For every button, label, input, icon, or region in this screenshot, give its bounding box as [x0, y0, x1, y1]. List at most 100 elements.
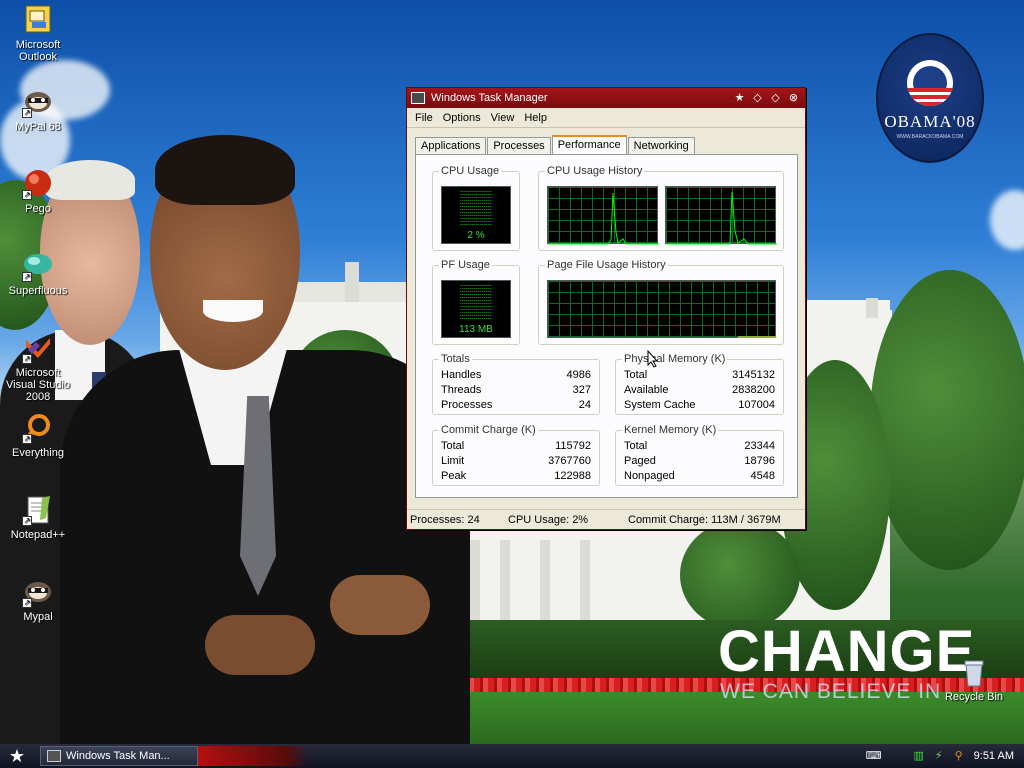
desktop-icon-label: Superfluous: [8, 285, 68, 297]
stat-label: Available: [624, 384, 669, 396]
cpu-history-graph-2: [665, 186, 777, 245]
shortcut-arrow-icon: ↗: [22, 354, 32, 364]
status-bar: Processes: 24 CPU Usage: 2% Commit Charg…: [407, 509, 805, 529]
task-manager-window[interactable]: Windows Task Manager ★ ◇ ◇ ⊗ File Option…: [406, 87, 806, 530]
stat-value: 4986: [566, 369, 591, 381]
logo-subtext: WWW.BARACKOBAMA.COM: [896, 134, 964, 140]
kernel-memory-group: Kernel Memory (K) Total 23344 Paged 18796 …: [615, 424, 784, 486]
menu-options[interactable]: Options: [438, 112, 486, 124]
shortcut-arrow-icon: ↗: [22, 516, 32, 526]
pego-icon: ↗: [22, 168, 54, 200]
title-bar[interactable]: Windows Task Manager ★ ◇ ◇ ⊗: [407, 88, 805, 108]
start-button[interactable]: ★: [0, 744, 34, 768]
stat-row-system-cache: System Cache 107004: [624, 399, 775, 411]
stat-label: Threads: [441, 384, 482, 396]
mypal-icon: ↗: [22, 86, 54, 118]
minimize-button[interactable]: ◇: [750, 91, 765, 105]
taskbar-decoration: [198, 746, 308, 766]
desktop-icon-everything[interactable]: ↗ Everything: [0, 412, 76, 459]
campaign-logo-mark: [907, 60, 953, 106]
desktop-icon-pego[interactable]: ↗ Pego: [0, 168, 76, 215]
clock[interactable]: 9:51 AM: [974, 750, 1014, 762]
keyboard-icon[interactable]: ⌨: [866, 749, 882, 763]
recycle-bin-icon: [958, 656, 990, 688]
desktop-icon-label: Microsoft Outlook: [15, 39, 61, 63]
menu-bar: File Options View Help: [407, 108, 805, 128]
desktop-icon-superfluous[interactable]: ↗ Superfluous: [0, 250, 76, 297]
pf-history-group: Page File Usage History: [538, 259, 784, 345]
stat-row-peak: Peak 122988: [441, 470, 591, 482]
close-button[interactable]: ⊗: [786, 91, 801, 105]
cpu-history-graph-1: [547, 186, 659, 245]
stat-label: Processes: [441, 399, 493, 411]
stat-label: Handles: [441, 369, 482, 381]
mypal-icon: ↗: [22, 576, 54, 608]
desktop-icon-notepadpp[interactable]: ↗ Notepad++: [0, 494, 76, 541]
stat-row-processes: Processes 24: [441, 399, 591, 411]
group-title: Page File Usage History: [545, 259, 668, 271]
stat-value: 327: [572, 384, 591, 396]
stat-label: Limit: [441, 455, 465, 467]
menu-view[interactable]: View: [486, 112, 520, 124]
stat-label: Total: [624, 369, 648, 381]
desktop-icon-mypal[interactable]: ↗ Mypal: [0, 576, 76, 623]
desktop-icon-label: Mypal: [23, 611, 53, 623]
menu-file[interactable]: File: [410, 112, 438, 124]
stat-value: 115792: [555, 440, 591, 452]
task-manager-tray-icon[interactable]: ▥: [912, 749, 926, 763]
desktop-icon-label: MyPal 68: [15, 121, 61, 133]
wallpaper-subline: WE CAN BELIEVE IN: [720, 680, 942, 703]
tab-networking[interactable]: Networking: [627, 137, 695, 155]
task-manager-icon: [47, 750, 61, 762]
everything-icon: ↗: [22, 412, 54, 444]
stat-label: Total: [624, 440, 648, 452]
stat-value: 4548: [750, 470, 775, 482]
network-icon[interactable]: ⚡: [932, 749, 946, 763]
mouse-cursor-icon: [647, 350, 659, 368]
stat-row-nonpaged: Nonpaged 4548: [624, 470, 775, 482]
cpu-history-group: CPU Usage History: [538, 165, 784, 251]
pin-icon[interactable]: ★: [732, 91, 747, 105]
visual-studio-icon: ↗: [22, 332, 54, 364]
desktop-icon-label: Pego: [25, 203, 51, 215]
group-title: Physical Memory (K): [622, 353, 728, 365]
maximize-button[interactable]: ◇: [768, 91, 783, 105]
pf-usage-value: 113 MB: [459, 324, 493, 335]
pf-usage-group: PF Usage 113 MB: [432, 259, 520, 345]
stat-value: 3145132: [732, 369, 775, 381]
desktop-icon-visual-studio[interactable]: ↗ Microsoft Visual Studio 2008: [0, 332, 76, 403]
pf-usage-meter: 113 MB: [441, 280, 511, 338]
taskbar-button-task-manager[interactable]: Windows Task Man...: [40, 746, 198, 766]
tab-performance[interactable]: Performance: [551, 135, 627, 155]
desktop-icon-outlook[interactable]: Microsoft Outlook: [0, 4, 76, 63]
stat-row-available: Available 2838200: [624, 384, 775, 396]
campaign-logo: OBAMA'08 WWW.BARACKOBAMA.COM: [876, 33, 984, 163]
commit-charge-group: Commit Charge (K) Total 115792 Limit 37677…: [432, 424, 600, 486]
stat-row-total: Total 115792: [441, 440, 591, 452]
tab-processes[interactable]: Processes: [487, 137, 551, 155]
notepadpp-icon: ↗: [22, 494, 54, 526]
tab-applications[interactable]: Applications: [415, 137, 487, 155]
taskbar-button-label: Windows Task Man...: [66, 750, 170, 762]
stat-label: System Cache: [624, 399, 696, 411]
group-title: Totals: [439, 353, 472, 365]
cpu-usage-value: 2 %: [467, 230, 485, 241]
stat-label: Nonpaged: [624, 470, 675, 482]
desktop-icon-recycle-bin[interactable]: Recycle Bin: [936, 656, 1012, 703]
desktop-icon-label: Everything: [12, 447, 64, 459]
group-title: CPU Usage History: [545, 165, 645, 177]
window-title: Windows Task Manager: [431, 92, 548, 104]
cpu-usage-group: CPU Usage 2 %: [432, 165, 520, 251]
desktop-icon-mypal68[interactable]: ↗ MyPal 68: [0, 86, 76, 133]
search-icon[interactable]: ⚲: [952, 749, 966, 763]
desktop-icon-label: Microsoft Visual Studio 2008: [5, 367, 70, 403]
status-cpu-usage: CPU Usage: 2%: [508, 513, 589, 526]
group-title: Commit Charge (K): [439, 424, 538, 436]
group-title: PF Usage: [439, 259, 492, 271]
menu-help[interactable]: Help: [519, 112, 552, 124]
tab-strip: Applications Processes Performance Netwo…: [415, 135, 696, 155]
stat-value: 122988: [554, 470, 591, 482]
stat-row-total: Total 23344: [624, 440, 775, 452]
stat-label: Paged: [624, 455, 656, 467]
stat-value: 24: [578, 399, 591, 411]
